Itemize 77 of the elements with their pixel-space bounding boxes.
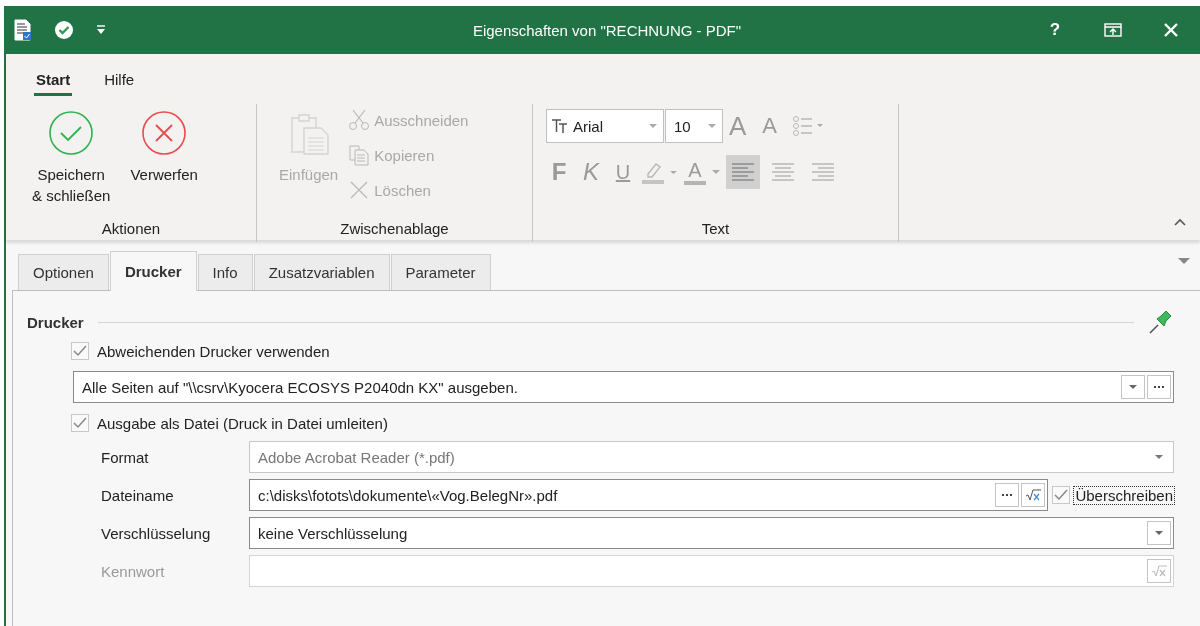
- filename-field[interactable]: c:\disks\fotots\dokumente\«Vog.BelegNr».pdf: [249, 479, 1049, 511]
- tab[interactable]: Zusatzvariablen: [253, 254, 390, 290]
- dropdown-button[interactable]: [1147, 521, 1171, 545]
- check-circle-icon: [48, 110, 95, 156]
- size-combo[interactable]: 10: [665, 109, 723, 143]
- group-label: Aktionen: [100, 220, 162, 239]
- align-left-button[interactable]: [726, 155, 760, 189]
- group-label: Text: [700, 220, 731, 239]
- list-icon: [793, 116, 824, 136]
- formula-button[interactable]: [1021, 483, 1046, 507]
- scissors-icon: [348, 109, 371, 131]
- checkbox-label[interactable]: Abweichenden Drucker verwenden: [97, 342, 330, 360]
- tab[interactable]: Parameter: [390, 254, 491, 290]
- checkbox[interactable]: [71, 342, 89, 360]
- formula-icon: [1025, 489, 1042, 501]
- caret-icon: [708, 123, 716, 129]
- browse-button[interactable]: [995, 483, 1020, 507]
- tab[interactable]: Optionen: [18, 254, 109, 290]
- tab[interactable]: Info: [197, 254, 253, 290]
- checkmark-icon: [73, 345, 87, 357]
- field-label: Kennwort: [101, 562, 166, 580]
- font-size: 10: [674, 117, 692, 135]
- copy-icon: [348, 144, 371, 166]
- customize-caret-icon[interactable]: [96, 25, 106, 35]
- checkmark-icon: [1054, 489, 1069, 501]
- align-right-icon: [810, 161, 836, 183]
- checkbox[interactable]: [1052, 486, 1071, 504]
- font-name: Arial: [573, 117, 604, 135]
- caret-icon: [1155, 530, 1163, 536]
- field-label: Dateiname: [101, 486, 175, 504]
- ellipsis-icon: [1154, 385, 1164, 389]
- checkbox-label[interactable]: Ausgabe als Datei (Druck in Datei umleiten): [97, 414, 388, 432]
- cross-circle-icon: [141, 110, 188, 156]
- combo-value: keine Verschlüsselung: [258, 524, 409, 542]
- ribbon-tab[interactable]: Hilfe: [102, 66, 137, 96]
- checkbox-label[interactable]: Überschreiben: [1074, 486, 1174, 504]
- caret-icon: [1155, 454, 1163, 460]
- field-label: Verschlüsselung: [101, 524, 212, 542]
- field-value: c:\disks\fotots\dokumente\«Vog.BelegNr».pdf: [258, 486, 559, 504]
- save-close-button[interactable]: Speichern & schließen: [32, 108, 111, 206]
- formula-icon: [1151, 565, 1167, 577]
- font-combo[interactable]: Arial: [546, 109, 664, 143]
- align-center-icon: [770, 161, 796, 183]
- ellipsis-icon: [1002, 493, 1013, 497]
- document-icon[interactable]: [14, 19, 32, 41]
- ribbon-tab[interactable]: Start: [34, 66, 73, 96]
- check-circle-icon[interactable]: [54, 20, 74, 40]
- window-title: Eigenschaften von "RECHNUNG - PDF": [471, 21, 743, 39]
- encryption-combo[interactable]: keine Verschlüsselung: [249, 517, 1174, 549]
- formula-button[interactable]: [1147, 559, 1171, 583]
- checkbox[interactable]: [71, 414, 89, 432]
- combo-value: Adobe Acrobat Reader (*.pdf): [258, 448, 456, 466]
- group-label: Zwischenablage: [339, 220, 450, 239]
- pin-icon[interactable]: [1148, 309, 1174, 335]
- caret-icon: [1129, 384, 1137, 390]
- section-title: Drucker: [27, 313, 84, 331]
- collapse-ribbon-icon[interactable]: [1174, 218, 1186, 226]
- font-color-letter: A: [688, 159, 702, 181]
- field-label: Format: [101, 448, 150, 466]
- tab[interactable]: Drucker: [109, 251, 197, 291]
- caret-icon: [712, 169, 720, 175]
- dropdown-button[interactable]: [1121, 375, 1145, 399]
- printer-combo[interactable]: Alle Seiten auf "\\csrv\Kyocera ECOSYS P2040dn KX" ausgeben.: [73, 371, 1174, 403]
- browse-button[interactable]: [1147, 375, 1171, 399]
- format-combo[interactable]: Adobe Acrobat Reader (*.pdf): [249, 441, 1174, 473]
- font-icon: [551, 118, 569, 134]
- close-icon: [1164, 23, 1178, 37]
- password-field[interactable]: [249, 555, 1174, 587]
- align-left-icon: [730, 161, 756, 183]
- checkmark-icon: [73, 417, 87, 429]
- restore-icon: [1104, 23, 1122, 37]
- help-button[interactable]: ?: [1026, 6, 1084, 54]
- highlighter-icon: [642, 160, 678, 184]
- combo-value: Alle Seiten auf "\\csrv\Kyocera ECOSYS P2040dn KX" ausgeben.: [82, 378, 519, 396]
- discard-button[interactable]: Verwerfen: [130, 108, 198, 185]
- tab-menu-caret-icon[interactable]: [1178, 258, 1190, 265]
- caret-icon: [649, 123, 657, 129]
